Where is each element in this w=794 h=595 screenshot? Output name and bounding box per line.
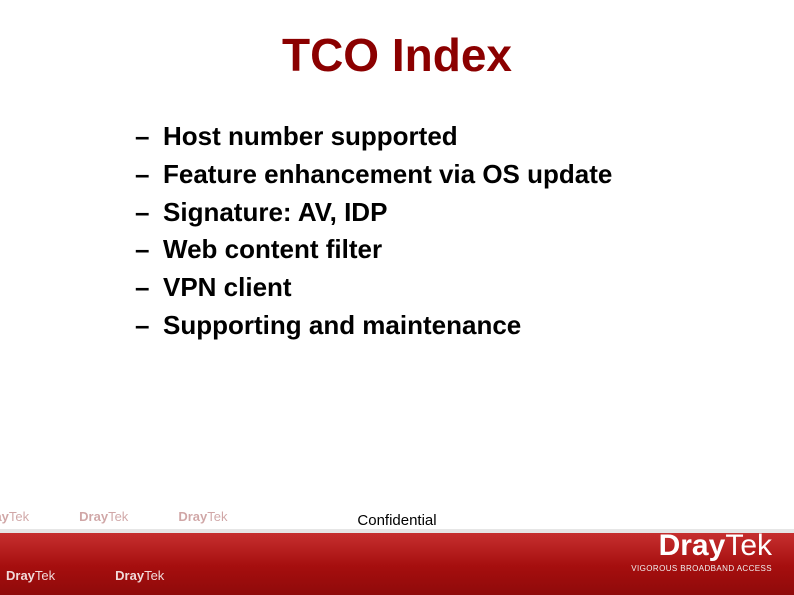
dash-icon: – (135, 196, 163, 230)
bullet-text: Host number supported (163, 120, 458, 154)
bullet-text: Web content filter (163, 233, 382, 267)
ghost-logo: DrayTek (6, 568, 55, 583)
bullet-list: – Host number supported – Feature enhanc… (135, 120, 755, 347)
bullet-text: Feature enhancement via OS update (163, 158, 612, 192)
dash-icon: – (135, 120, 163, 154)
brand-bold: Dray (659, 529, 726, 562)
list-item: – Supporting and maintenance (135, 309, 755, 343)
bullet-text: Signature: AV, IDP (163, 196, 387, 230)
confidential-label: Confidential (0, 512, 794, 529)
list-item: – Feature enhancement via OS update (135, 158, 755, 192)
slide: TCO Index – Host number supported – Feat… (0, 0, 794, 595)
brand-logo: DrayTek (631, 531, 772, 561)
brand-bold: Dray (115, 568, 144, 583)
brand-light: Tek (35, 568, 55, 583)
dash-icon: – (135, 158, 163, 192)
dash-icon: – (135, 233, 163, 267)
footer-band: DrayTek DrayTek DrayTek VIGOROUS BROADBA… (0, 531, 794, 595)
dash-icon: – (135, 271, 163, 305)
footer-ghost-strip: DrayTek DrayTek (0, 568, 164, 583)
list-item: – VPN client (135, 271, 755, 305)
brand-light: Tek (144, 568, 164, 583)
footer: DrayTek DrayTek DrayTek Confidential Dra… (0, 499, 794, 595)
bullet-text: VPN client (163, 271, 292, 305)
slide-title: TCO Index (0, 28, 794, 82)
brand-block: DrayTek VIGOROUS BROADBAND ACCESS (631, 531, 772, 573)
ghost-logo: DrayTek (115, 568, 164, 583)
bullet-text: Supporting and maintenance (163, 309, 521, 343)
brand-light: Tek (725, 529, 772, 562)
brand-tagline: VIGOROUS BROADBAND ACCESS (631, 565, 772, 573)
list-item: – Host number supported (135, 120, 755, 154)
list-item: – Web content filter (135, 233, 755, 267)
brand-bold: Dray (6, 568, 35, 583)
dash-icon: – (135, 309, 163, 343)
list-item: – Signature: AV, IDP (135, 196, 755, 230)
